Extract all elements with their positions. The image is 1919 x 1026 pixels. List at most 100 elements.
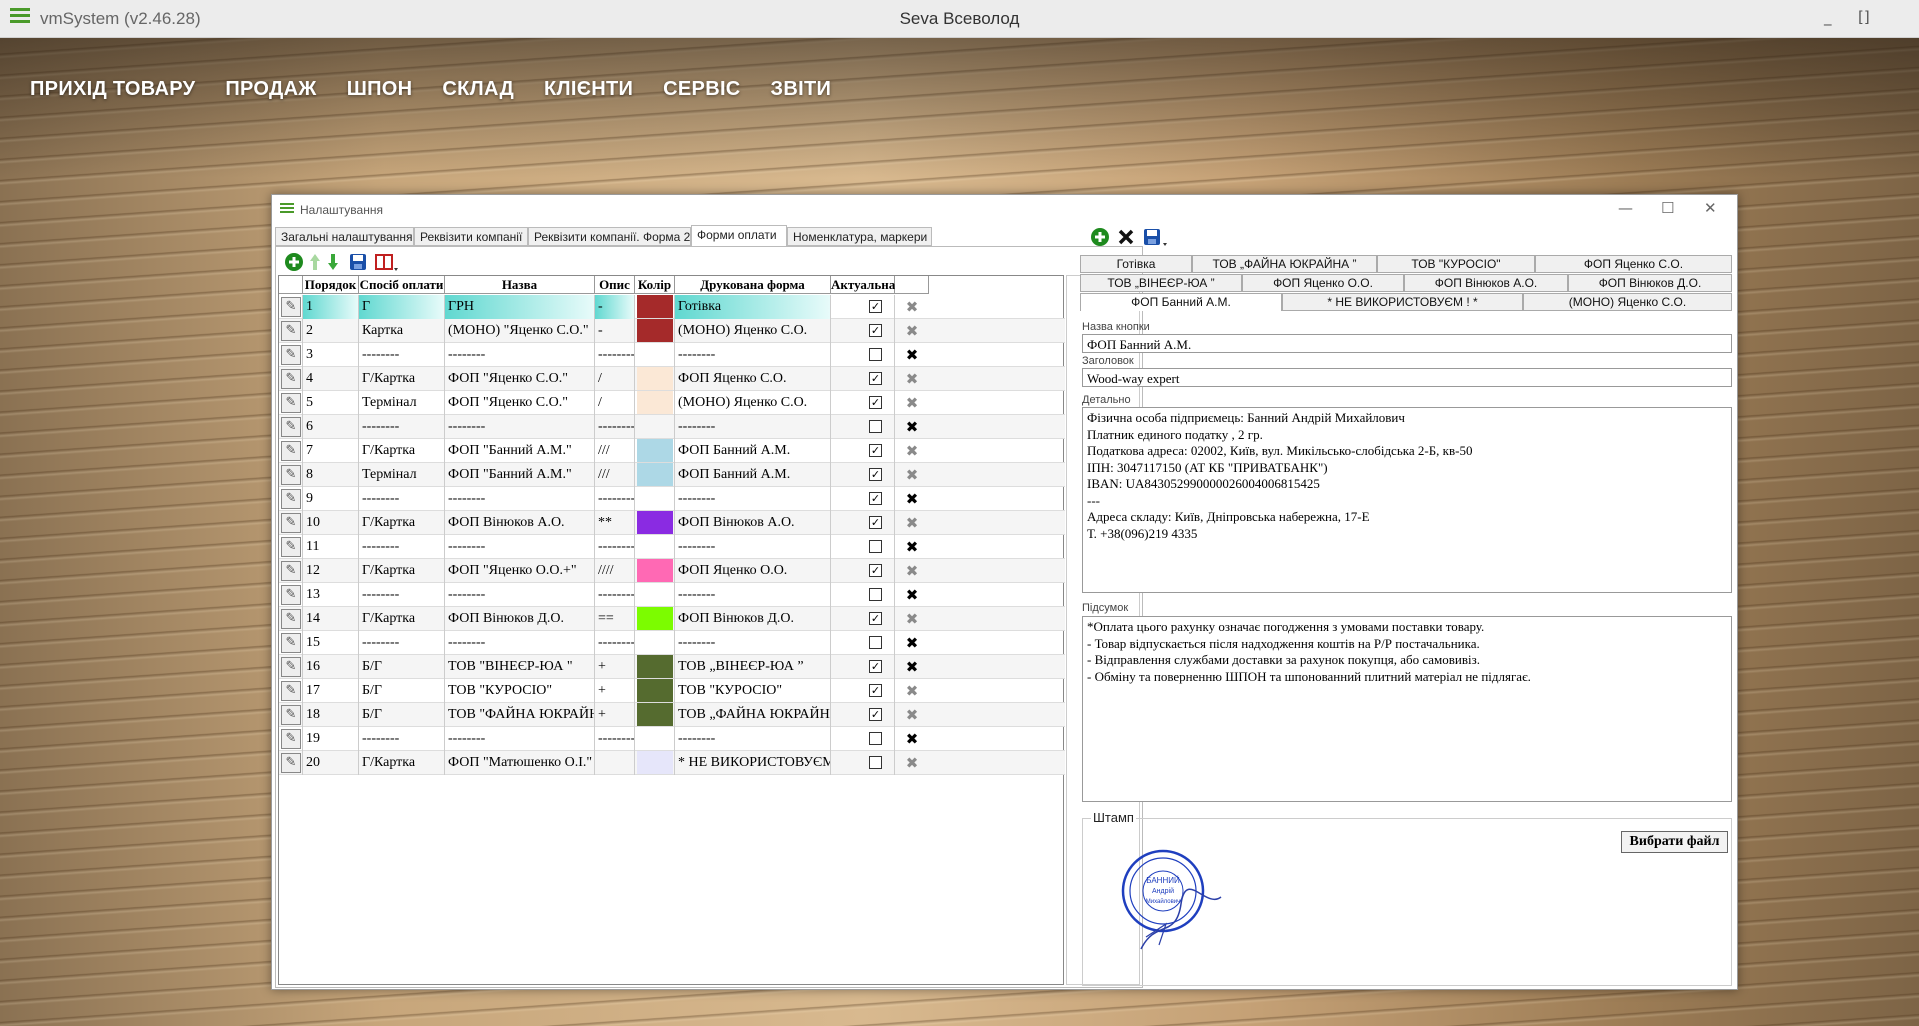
table-row[interactable]: ✎ 1 Г ГРН - Готівка ✓ ✖	[279, 295, 1065, 319]
active-checkbox[interactable]: ✓	[869, 492, 882, 505]
dialog-maximize-icon[interactable]: ☐	[1661, 199, 1674, 217]
table-row[interactable]: ✎ 3 -------- -------- -------- -------- ✖	[279, 343, 1065, 367]
cell-color[interactable]	[635, 463, 675, 487]
cell-print-form[interactable]: (МОНО) Яценко С.О.	[675, 391, 831, 415]
cell-name[interactable]: ФОП "Банний А.М."	[445, 439, 595, 463]
table-row[interactable]: ✎ 13 -------- -------- -------- -------- ✖	[279, 583, 1065, 607]
col-header-payment-method[interactable]: Спосіб оплати	[359, 276, 445, 294]
cell-name[interactable]: ФОП "Банний А.М."	[445, 463, 595, 487]
cell-description[interactable]: ///	[595, 463, 635, 487]
cell-description[interactable]: --------	[595, 631, 635, 655]
table-row[interactable]: ✎ 7 Г/Картка ФОП "Банний А.М."/// ФОП Банний…	[279, 439, 1065, 463]
cell-payment-method[interactable]: Картка	[359, 319, 445, 343]
cell-print-form[interactable]: ФОП Вінюков А.О.	[675, 511, 831, 535]
table-row[interactable]: ✎ 20 Г/Картка ФОП "Матюшенко О.І." * НЕ ВИКО…	[279, 751, 1065, 775]
delete-row-icon[interactable]: ✖	[895, 631, 929, 655]
cell-description[interactable]: --------	[595, 583, 635, 607]
cell-name[interactable]: ФОП Вінюков Д.О.	[445, 607, 595, 631]
delete-row-icon[interactable]: ✖	[895, 535, 929, 559]
cell-payment-method[interactable]: Г/Картка	[359, 751, 445, 775]
active-checkbox[interactable]: ✓	[869, 516, 882, 529]
cell-name[interactable]: (МОНО) "Яценко С.О."	[445, 319, 595, 343]
active-checkbox[interactable]: ✓	[869, 612, 882, 625]
print-tab-faina[interactable]: ТОВ „ФАЙНА ЮКРАЙНА ”	[1192, 255, 1377, 273]
delete-row-icon[interactable]: ✖	[895, 679, 929, 703]
delete-row-icon[interactable]: ✖	[895, 583, 929, 607]
table-row[interactable]: ✎ 10 Г/Картка ФОП Вінюков А.О. ** ФОП Вінюков…	[279, 511, 1065, 535]
edit-row-icon[interactable]: ✎	[281, 561, 301, 581]
print-tab-vinyukov-do[interactable]: ФОП Вінюков Д.О.	[1568, 274, 1732, 292]
edit-row-icon[interactable]: ✎	[281, 681, 301, 701]
cell-print-form[interactable]: ТОВ „ФАЙНА ЮКРАЙНА ”	[675, 703, 831, 727]
cell-color[interactable]	[635, 559, 675, 583]
move-down-icon[interactable]	[326, 252, 346, 272]
cell-name[interactable]: ФОП "Матюшенко О.І."	[445, 751, 595, 775]
print-tab-yatsenko-so[interactable]: ФОП Яценко С.О.	[1535, 255, 1732, 273]
cell-order[interactable]: 6	[303, 415, 359, 439]
cell-color[interactable]	[635, 679, 675, 703]
cell-description[interactable]: --------	[595, 727, 635, 751]
add-icon[interactable]	[284, 252, 304, 272]
edit-row-icon[interactable]: ✎	[281, 441, 301, 461]
cell-color[interactable]	[635, 535, 675, 559]
edit-row-icon[interactable]: ✎	[281, 705, 301, 725]
cell-payment-method[interactable]: --------	[359, 487, 445, 511]
cell-payment-method[interactable]: --------	[359, 343, 445, 367]
print-tab-vineer[interactable]: ТОВ „ВІНЕЄР-ЮА ”	[1080, 274, 1242, 292]
edit-row-icon[interactable]: ✎	[281, 417, 301, 437]
cell-print-form[interactable]: --------	[675, 535, 831, 559]
table-row[interactable]: ✎ 11 -------- -------- -------- -------- ✖	[279, 535, 1065, 559]
delete-row-icon[interactable]: ✖	[895, 391, 929, 415]
edit-row-icon[interactable]: ✎	[281, 753, 301, 773]
table-row[interactable]: ✎ 17 Б/Г ТОВ "КУРОСІО" + ТОВ "КУРОСІО" ✓ ✖	[279, 679, 1065, 703]
edit-row-icon[interactable]: ✎	[281, 609, 301, 629]
save-print-form-icon[interactable]	[1142, 227, 1170, 247]
cell-print-form[interactable]: --------	[675, 487, 831, 511]
cell-print-form[interactable]: --------	[675, 631, 831, 655]
col-header-description[interactable]: Опис	[595, 276, 635, 294]
cell-payment-method[interactable]: --------	[359, 727, 445, 751]
cell-name[interactable]: ТОВ "ФАЙНА ЮКРАЙНА"	[445, 703, 595, 727]
active-checkbox[interactable]: ✓	[869, 708, 882, 721]
cell-color[interactable]	[635, 391, 675, 415]
cell-name[interactable]: --------	[445, 343, 595, 367]
table-row[interactable]: ✎18Б/ГТОВ "ФАЙНА ЮКРАЙНА"+ ТОВ „ФАЙНА ЮКР…	[279, 703, 1065, 727]
cell-description[interactable]: /	[595, 391, 635, 415]
cell-color[interactable]	[635, 511, 675, 535]
cell-print-form[interactable]: ФОП Вінюков Д.О.	[675, 607, 831, 631]
cell-description[interactable]: -	[595, 295, 635, 319]
edit-row-icon[interactable]: ✎	[281, 513, 301, 533]
cell-name[interactable]: ФОП "Яценко С.О."	[445, 367, 595, 391]
delete-row-icon[interactable]: ✖	[895, 607, 929, 631]
cell-payment-method[interactable]: Б/Г	[359, 679, 445, 703]
edit-row-icon[interactable]: ✎	[281, 345, 301, 365]
cell-color[interactable]	[635, 367, 675, 391]
cell-color[interactable]	[635, 487, 675, 511]
cell-description[interactable]	[595, 751, 635, 775]
delete-row-icon[interactable]: ✖	[895, 415, 929, 439]
cell-print-form[interactable]: --------	[675, 727, 831, 751]
cell-color[interactable]	[635, 319, 675, 343]
table-row[interactable]: ✎ 19 -------- -------- -------- -------- ✖	[279, 727, 1065, 751]
delete-row-icon[interactable]: ✖	[895, 463, 929, 487]
cell-color[interactable]	[635, 727, 675, 751]
delete-row-icon[interactable]: ✖	[895, 295, 929, 319]
cell-order[interactable]: 10	[303, 511, 359, 535]
table-row[interactable]: ✎ 5 Термінал ФОП "Яценко С.О." / (МОНО) Яценк…	[279, 391, 1065, 415]
cell-order[interactable]: 9	[303, 487, 359, 511]
pick-file-button[interactable]: Вибрати файл	[1621, 831, 1728, 853]
cell-payment-method[interactable]: Б/Г	[359, 655, 445, 679]
cell-description[interactable]: ///	[595, 439, 635, 463]
cell-order[interactable]: 15	[303, 631, 359, 655]
active-checkbox[interactable]: ✓	[869, 468, 882, 481]
active-checkbox[interactable]	[869, 540, 882, 553]
active-checkbox[interactable]: ✓	[869, 300, 882, 313]
cell-payment-method[interactable]: Г	[359, 295, 445, 319]
active-checkbox[interactable]: ✓	[869, 660, 882, 673]
columns-icon[interactable]	[374, 252, 400, 272]
cell-color[interactable]	[635, 439, 675, 463]
cell-payment-method[interactable]: Термінал	[359, 463, 445, 487]
cell-color[interactable]	[635, 703, 675, 727]
delete-row-icon[interactable]: ✖	[895, 559, 929, 583]
cell-description[interactable]: --------	[595, 487, 635, 511]
